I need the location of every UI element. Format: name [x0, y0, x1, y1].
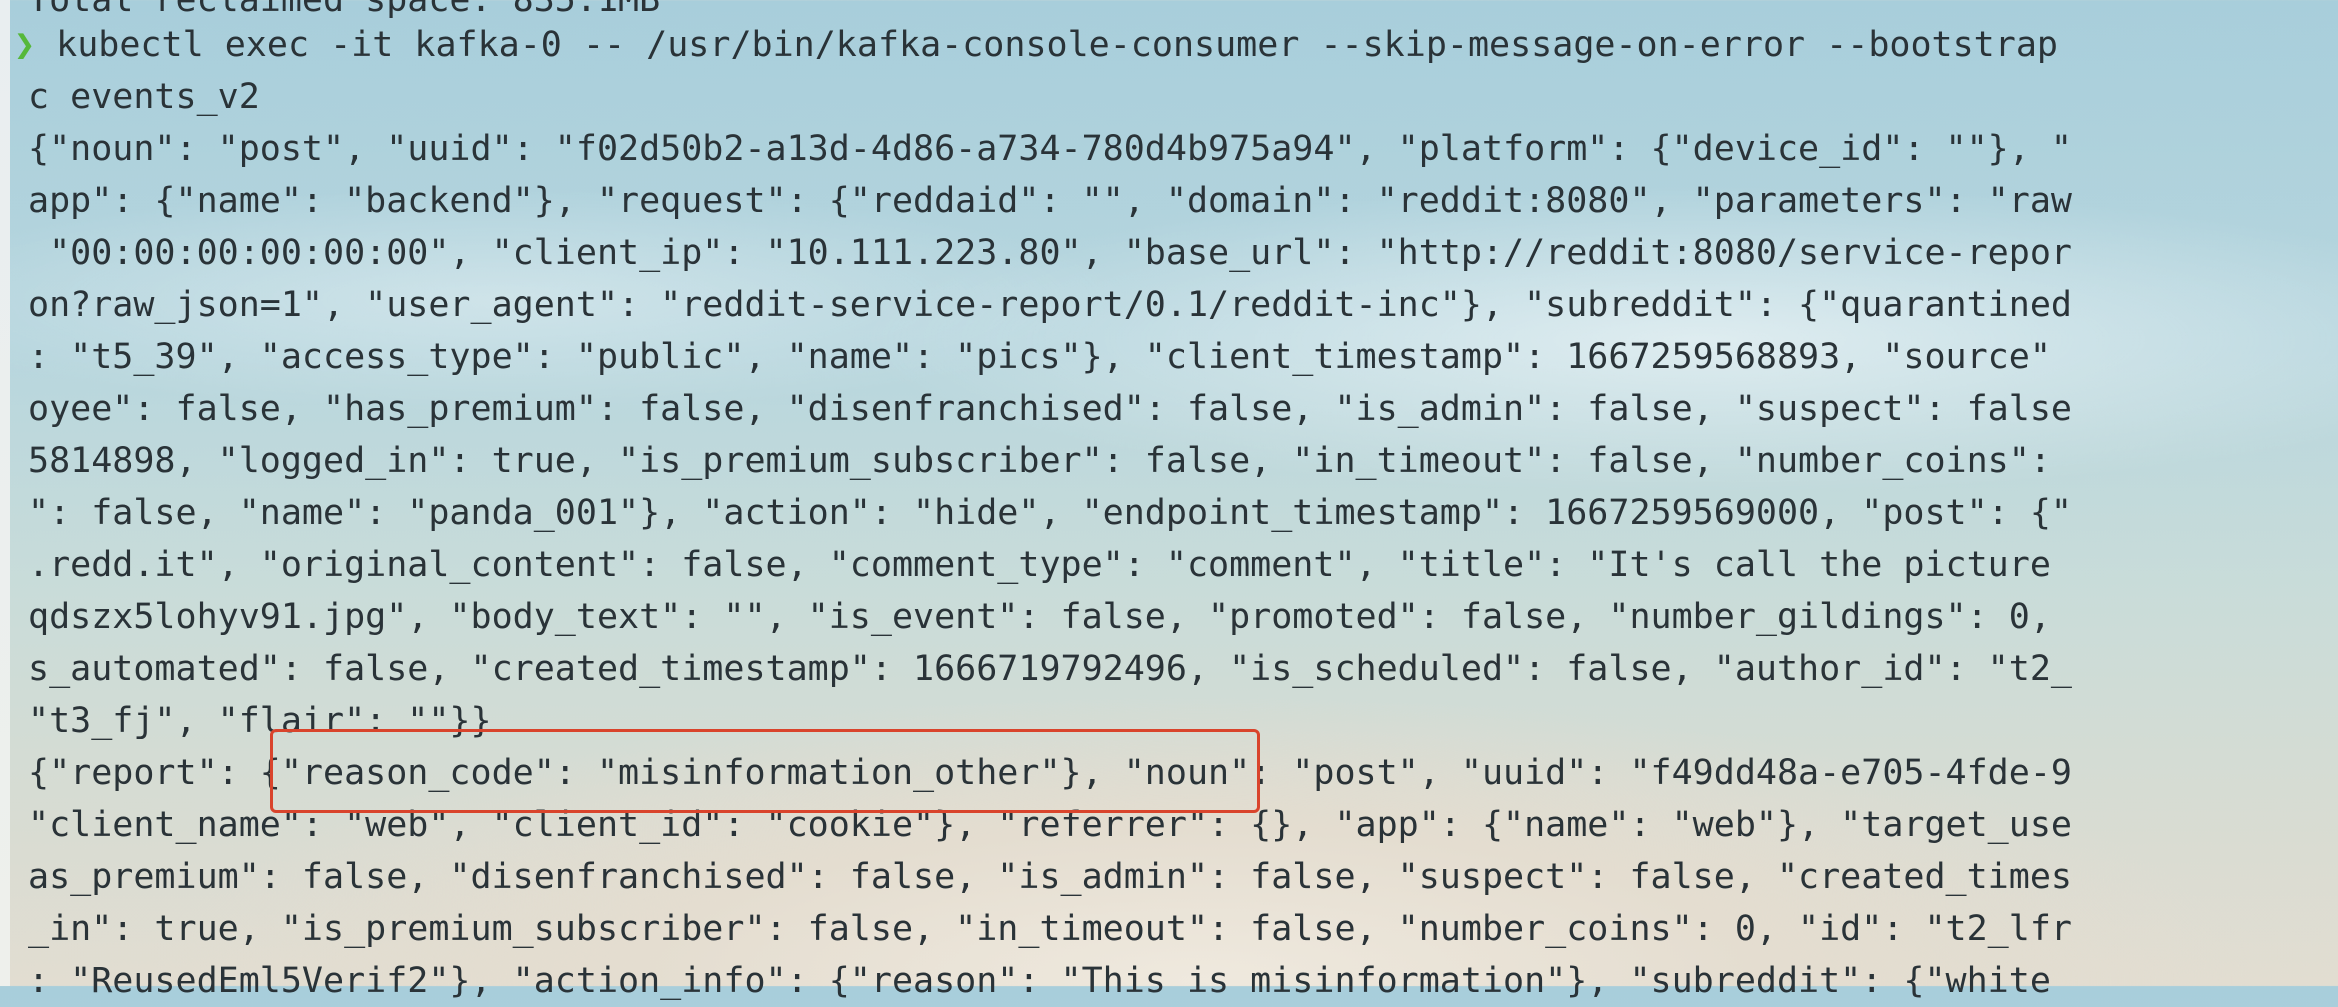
- terminal-line: qdszx5lohyv91.jpg", "body_text": "", "is…: [28, 597, 2051, 637]
- window-edge: [0, 0, 10, 986]
- terminal-line: on?raw_json=1", "user_agent": "reddit-se…: [28, 285, 2072, 325]
- terminal-line: 5814898, "logged_in": true, "is_premium_…: [28, 441, 2051, 481]
- terminal-line: "00:00:00:00:00:00", "client_ip": "10.11…: [28, 233, 2072, 273]
- terminal-line: oyee": false, "has_premium": false, "dis…: [28, 389, 2072, 429]
- terminal-line: {"noun": "post", "uuid": "f02d50b2-a13d-…: [28, 129, 2072, 169]
- terminal-line: _in": true, "is_premium_subscriber": fal…: [28, 909, 2072, 949]
- reason-code-highlight-box: [270, 729, 1260, 813]
- terminal-command: kubectl exec -it kafka-0 -- /usr/bin/kaf…: [35, 25, 2058, 65]
- terminal-line: : "ReusedEml5Verif2"}, "action_info": {"…: [28, 961, 2051, 1001]
- terminal-line: c events_v2: [28, 77, 260, 117]
- terminal-line: app": {"name": "backend"}, "request": {"…: [28, 181, 2072, 221]
- terminal-line: as_premium": false, "disenfranchised": f…: [28, 857, 2072, 897]
- prompt-chevron-icon: ❯: [14, 25, 36, 65]
- terminal-window[interactable]: Total reclaimed space: 835.1MB ❯ kubectl…: [0, 0, 2338, 1001]
- terminal-line: s_automated": false, "created_timestamp"…: [28, 649, 2072, 689]
- terminal-prompt-line: ❯ kubectl exec -it kafka-0 -- /usr/bin/k…: [14, 19, 2058, 71]
- terminal-line: : "t5_39", "access_type": "public", "nam…: [28, 337, 2051, 377]
- terminal-line: ": false, "name": "panda_001"}, "action"…: [28, 493, 2072, 533]
- terminal-line: .redd.it", "original_content": false, "c…: [28, 545, 2051, 585]
